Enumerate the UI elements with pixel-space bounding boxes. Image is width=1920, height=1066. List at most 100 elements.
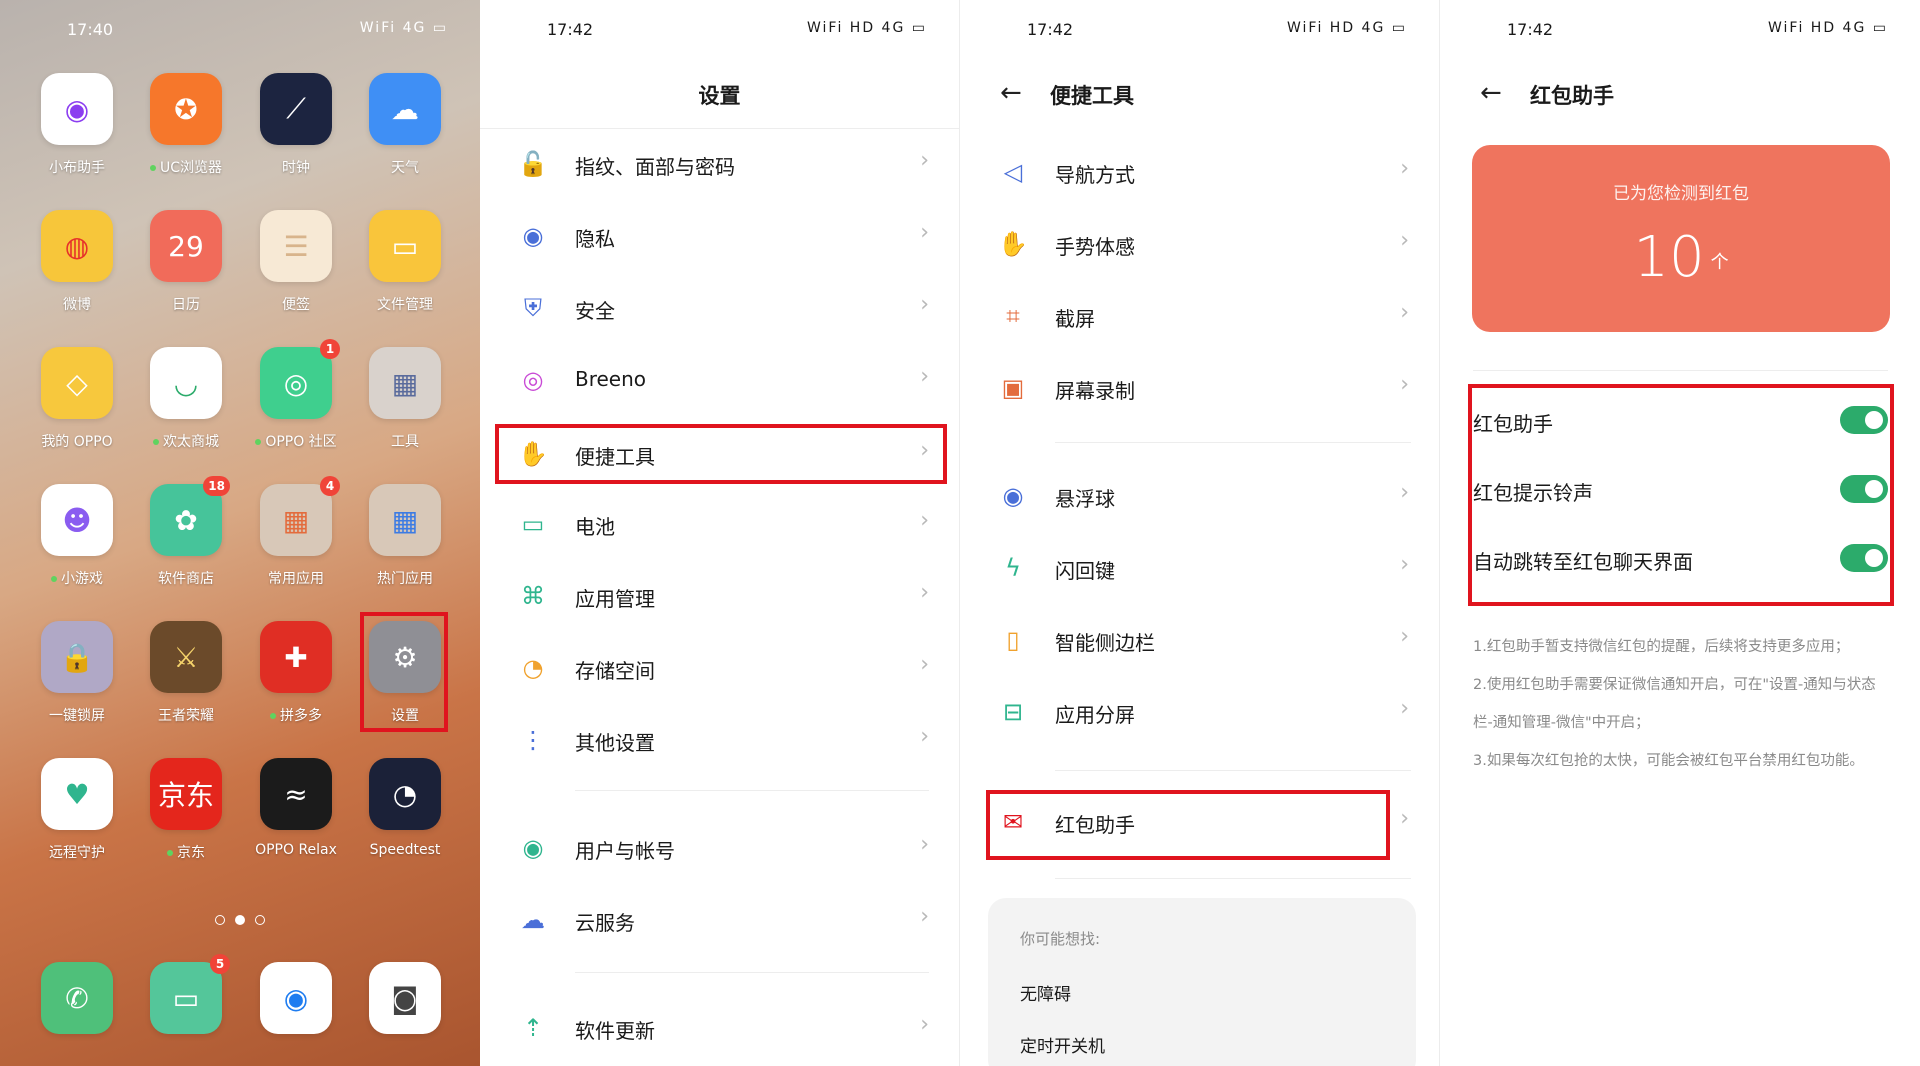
- icon-glyph: ✚: [284, 640, 308, 674]
- list-item-label: 用户与帐号: [575, 839, 675, 863]
- page-dot[interactable]: [215, 915, 225, 925]
- list-item-label: 应用管理: [575, 587, 655, 611]
- app-weather[interactable]: ☁ 天气: [350, 73, 460, 177]
- new-dot: [167, 850, 173, 856]
- icon-glyph: ▦: [282, 503, 310, 537]
- app-my-oppo[interactable]: ◇ 我的 OPPO: [22, 347, 132, 451]
- icon-glyph: ⌘: [521, 582, 545, 610]
- list-item-battery[interactable]: ▭ 电池 ›: [480, 494, 959, 554]
- notes-icon: ☰: [260, 210, 332, 282]
- status-icons: WiFi 4G ▭: [359, 20, 448, 36]
- app-tools-folder[interactable]: ▦ 工具: [350, 347, 460, 451]
- app-lock-screen[interactable]: 🔒 一键锁屏: [22, 621, 132, 725]
- dock-browser[interactable]: ◉: [241, 962, 351, 1034]
- back-arrow-icon[interactable]: ←: [1480, 80, 1502, 106]
- dock-messages[interactable]: ▭ 5: [131, 954, 241, 1034]
- list-item-privacy-eye[interactable]: ◉ 隐私 ›: [480, 206, 959, 266]
- icon-glyph: ☁: [521, 906, 545, 934]
- weibo-icon: ◍: [41, 210, 113, 282]
- tools-folder-icon: ▦: [369, 347, 441, 419]
- app-label: UC浏览器: [131, 157, 241, 177]
- list-item-navigation[interactable]: ◁ 导航方式 ›: [960, 142, 1439, 202]
- app-pinduoduo[interactable]: ✚ 拼多多: [241, 621, 351, 725]
- back-arrow-icon[interactable]: ←: [1000, 80, 1022, 106]
- dock-camera[interactable]: ◙: [350, 962, 460, 1034]
- app-oppo-relax[interactable]: ≈ OPPO Relax: [241, 758, 351, 858]
- app-app-store[interactable]: ✿ 18 软件商店: [131, 476, 241, 588]
- chevron-right-icon: ›: [1400, 806, 1409, 831]
- list-item-label: 屏幕录制: [1055, 379, 1135, 403]
- app-folder[interactable]: ▭ 文件管理: [350, 210, 460, 314]
- app-label: 热门应用: [350, 568, 460, 588]
- list-item-update-arrow[interactable]: ⇡ 软件更新 ›: [480, 998, 959, 1058]
- list-item-flashback[interactable]: ϟ 闪回键 ›: [960, 538, 1439, 598]
- card-title: 已为您检测到红包: [1613, 184, 1749, 204]
- section-divider: [575, 790, 929, 791]
- page-indicator[interactable]: [0, 910, 480, 929]
- app-jd[interactable]: 京东 京东: [131, 758, 241, 862]
- list-item-breeno[interactable]: ◎ Breeno ›: [480, 350, 959, 410]
- page-dot[interactable]: [235, 915, 245, 925]
- icon-glyph: ◉: [522, 222, 544, 250]
- list-item-screenshot-crop[interactable]: ⌗ 截屏 ›: [960, 286, 1439, 346]
- app-uc-browser[interactable]: ✪ UC浏览器: [131, 73, 241, 177]
- oppo-relax-icon: ≈: [260, 758, 332, 830]
- app-label: 文件管理: [350, 294, 460, 314]
- app-hot-apps-folder[interactable]: ▦ 热门应用: [350, 484, 460, 588]
- settings-app-highlight: [360, 612, 448, 732]
- weather-icon: ☁: [369, 73, 441, 145]
- icon-glyph: ◔: [522, 654, 544, 682]
- list-item-storage[interactable]: ◔ 存储空间 ›: [480, 638, 959, 698]
- dock-phone[interactable]: ✆: [22, 962, 132, 1034]
- app-label-text: 京东: [177, 845, 205, 861]
- app-common-apps-folder[interactable]: ▦ 4 常用应用: [241, 476, 351, 588]
- app-breeno[interactable]: ◉ 小布助手: [22, 73, 132, 177]
- page-dot[interactable]: [255, 915, 265, 925]
- icon-glyph: ◡: [173, 366, 199, 400]
- list-item-more-settings[interactable]: ⋮ 其他设置 ›: [480, 710, 959, 770]
- page-title: 便捷工具: [1050, 84, 1134, 108]
- icon-glyph: ◉: [283, 981, 309, 1015]
- list-item-cloud[interactable]: ☁ 云服务 ›: [480, 890, 959, 950]
- user-account-icon: ◉: [518, 833, 548, 863]
- app-label-text: 远程守护: [49, 845, 105, 861]
- list-item-screen-record[interactable]: ▣ 屏幕录制 ›: [960, 358, 1439, 418]
- icon-glyph: ✋: [998, 230, 1028, 258]
- suggestion-scheduled-power[interactable]: 定时开关机: [1020, 1032, 1105, 1057]
- list-item-split-screen[interactable]: ⊟ 应用分屏 ›: [960, 682, 1439, 742]
- packet-count: 10 个: [1472, 225, 1890, 290]
- app-remote-guard[interactable]: ♥ 远程守护: [22, 758, 132, 862]
- app-store-mall[interactable]: ◡ 欢太商城: [131, 347, 241, 451]
- list-item-app-management[interactable]: ⌘ 应用管理 ›: [480, 566, 959, 626]
- list-item-lock[interactable]: 🔓 指纹、面部与密码 ›: [480, 134, 959, 194]
- icon-glyph: ▭: [172, 981, 200, 1015]
- list-item-gesture-hand[interactable]: ✋ 手势体感 ›: [960, 214, 1439, 274]
- list-item-shield[interactable]: ⛨ 安全 ›: [480, 278, 959, 338]
- chevron-right-icon: ›: [1400, 300, 1409, 325]
- app-label-text: 小游戏: [61, 571, 103, 587]
- list-item-floating-ball[interactable]: ◉ 悬浮球 ›: [960, 466, 1439, 526]
- app-honor-of-kings[interactable]: ⚔ 王者荣耀: [131, 621, 241, 725]
- app-mini-games[interactable]: ☻ 小游戏: [22, 484, 132, 588]
- app-label-text: 我的 OPPO: [41, 434, 113, 450]
- icon-glyph: ▦: [391, 503, 419, 537]
- notification-badge: 5: [210, 954, 230, 974]
- app-speedtest[interactable]: ◔ Speedtest: [350, 758, 460, 858]
- chevron-right-icon: ›: [1400, 156, 1409, 181]
- icon-glyph: ✪: [174, 92, 198, 126]
- app-clock[interactable]: ⟋ 时钟: [241, 73, 351, 177]
- app-label-text: 拼多多: [280, 708, 322, 724]
- status-time: 17:42: [1027, 20, 1074, 39]
- status-bar: 17:42 WiFi HD 4G ▭: [480, 18, 959, 42]
- app-calendar[interactable]: 29 日历: [131, 210, 241, 314]
- list-item-smart-sidebar[interactable]: ▯ 智能侧边栏 ›: [960, 610, 1439, 670]
- app-community[interactable]: ◎ 1 OPPO 社区: [241, 339, 351, 451]
- app-label-text: 常用应用: [268, 571, 324, 587]
- section-divider: [1055, 878, 1411, 879]
- app-label: 远程守护: [22, 842, 132, 862]
- list-item-user-account[interactable]: ◉ 用户与帐号 ›: [480, 818, 959, 878]
- app-notes[interactable]: ☰ 便签: [241, 210, 351, 314]
- chevron-right-icon: ›: [920, 364, 929, 389]
- suggestion-accessibility[interactable]: 无障碍: [1020, 980, 1071, 1005]
- app-weibo[interactable]: ◍ 微博: [22, 210, 132, 314]
